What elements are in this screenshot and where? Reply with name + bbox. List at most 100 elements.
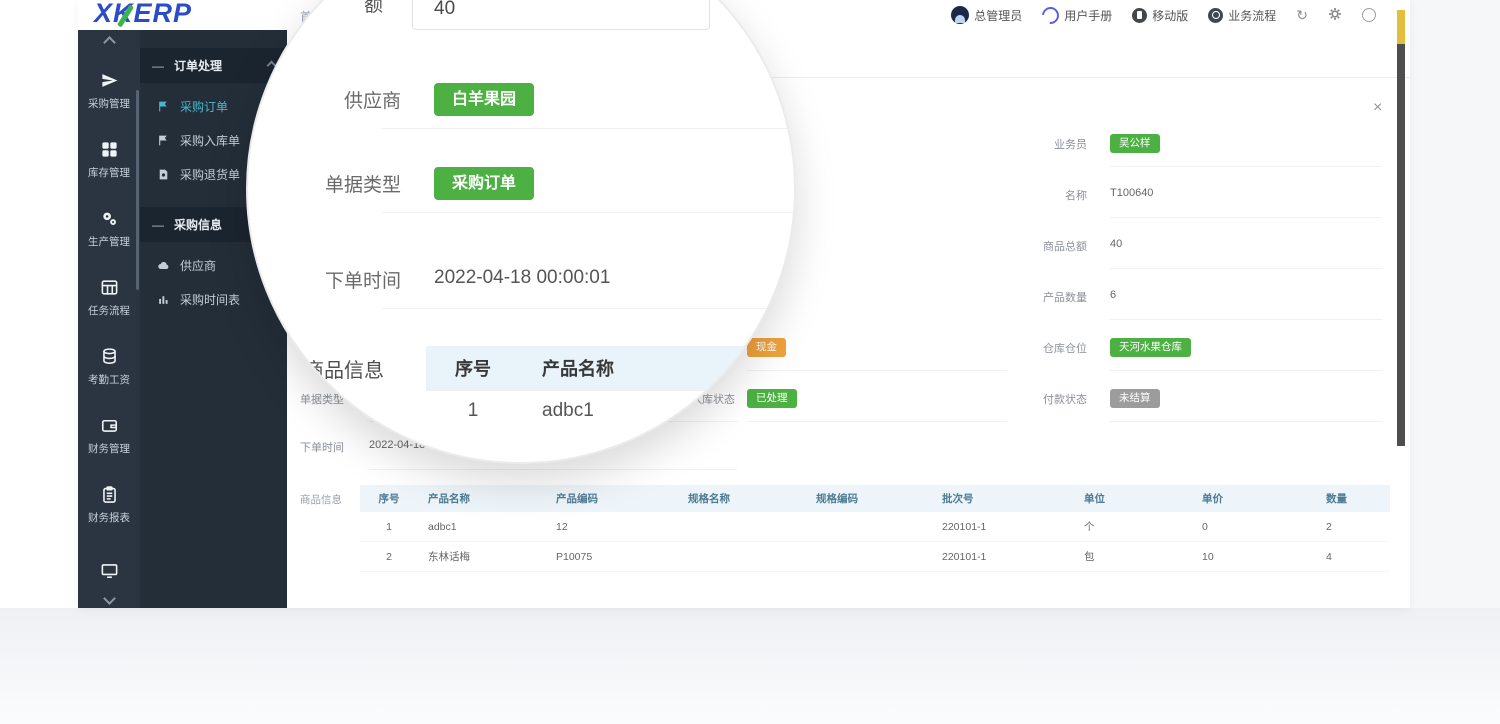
field-label: 产品数量 xyxy=(975,289,1087,305)
sidebar-item-label: 财务报表 xyxy=(88,510,130,525)
refresh-icon[interactable]: ↻ xyxy=(1296,8,1308,22)
products-column-header: 产品名称 xyxy=(418,485,546,512)
wallet-icon xyxy=(100,416,119,435)
field-underline xyxy=(382,212,796,213)
product-table-row[interactable]: 1adbc112220101-1个02 xyxy=(360,512,1390,542)
sidebar-item-任务流程[interactable]: 任务流程 xyxy=(78,263,140,332)
avatar xyxy=(951,6,969,24)
product-cell: 2 xyxy=(1316,512,1390,542)
submenu-item-label: 采购时间表 xyxy=(180,291,240,308)
cogs-icon xyxy=(100,209,119,228)
monitor-icon xyxy=(100,561,119,580)
rail-scrollbar[interactable] xyxy=(136,90,139,290)
scrollbar-thumb[interactable] xyxy=(1397,44,1405,446)
product-cell: 1 xyxy=(360,512,418,542)
product-table-row[interactable]: 2东林话梅P10075220101-1包104 xyxy=(360,542,1390,572)
magnified-products-section-label: 商品信息 xyxy=(304,354,384,383)
products-column-header: 单价 xyxy=(1192,485,1316,512)
product-cell: 个 xyxy=(1074,512,1192,542)
mobile-version-link[interactable]: 移动版 xyxy=(1132,7,1188,24)
field-label: 业务员 xyxy=(975,136,1087,152)
user-name: 总管理员 xyxy=(974,7,1022,24)
product-cell: 220101-1 xyxy=(932,512,1074,542)
user-manual-link[interactable]: 用户手册 xyxy=(1042,7,1112,24)
field-label: 商品总额 xyxy=(975,238,1087,254)
sidebar-item-label: 考勤工资 xyxy=(88,372,130,387)
submenu-item-label: 采购退货单 xyxy=(180,166,240,183)
magnified-column-header: 序号 xyxy=(426,346,520,391)
rail-items: 采购管理库存管理生产管理任务流程考勤工资财务管理财务报表 xyxy=(78,56,140,608)
scrollbar-highlight xyxy=(1397,10,1405,44)
sidebar-item-财务报表[interactable]: 财务报表 xyxy=(78,470,140,539)
mobile-version-label: 移动版 xyxy=(1152,7,1188,24)
page-background-right xyxy=(1410,0,1500,608)
field-underline xyxy=(1110,319,1382,320)
product-cell: 包 xyxy=(1074,542,1192,572)
close-panel-button[interactable]: × xyxy=(1373,100,1382,116)
clipboard-icon xyxy=(100,485,119,504)
paper-plane-icon xyxy=(100,71,119,90)
logo: XKERP xyxy=(94,0,192,29)
sidebar-item-生产管理[interactable]: 生产管理 xyxy=(78,194,140,263)
product-cell: 0 xyxy=(1192,512,1316,542)
field-value: 40 xyxy=(1110,238,1122,250)
products-section-label: 商品信息 xyxy=(300,492,342,507)
page-scrollbar[interactable] xyxy=(1397,0,1405,470)
icon-rail-sidebar: 采购管理库存管理生产管理任务流程考勤工资财务管理财务报表 xyxy=(78,30,140,608)
field-value: 2022-04-18 00:00:01 xyxy=(434,267,610,289)
sidebar-item-采购管理[interactable]: 采购管理 xyxy=(78,56,140,125)
product-cell: adbc1 xyxy=(418,512,546,542)
magnified-column-header: 产品名称 xyxy=(520,346,796,391)
field-value: 6 xyxy=(1110,289,1116,301)
sidebar-item-考勤工资[interactable]: 考勤工资 xyxy=(78,332,140,401)
dash-icon: — xyxy=(152,59,168,73)
table-icon xyxy=(100,278,119,297)
sidebar-item-label: 采购管理 xyxy=(88,96,130,111)
magnified-amount-input[interactable] xyxy=(412,0,710,30)
field-value: 采购订单 xyxy=(434,167,534,200)
magnified-cell: adbc1 xyxy=(520,391,796,432)
sidebar-item-库存管理[interactable]: 库存管理 xyxy=(78,125,140,194)
magnified-table-row: 1adbc1 xyxy=(426,391,796,432)
product-cell: 东林话梅 xyxy=(418,542,546,572)
header-right-menu: 总管理员 用户手册 移动版 业务流程 ↻ xyxy=(951,0,1376,30)
mobile-icon xyxy=(1132,8,1147,23)
sidebar-item-财务管理[interactable]: 财务管理 xyxy=(78,401,140,470)
field-label: 单据类型 xyxy=(268,170,401,197)
coins-icon xyxy=(100,347,119,366)
user-manual-label: 用户手册 xyxy=(1064,7,1112,24)
user-menu[interactable]: 总管理员 xyxy=(951,6,1022,24)
field-label: 仓库仓位 xyxy=(975,340,1087,356)
sidebar-item-label: 任务流程 xyxy=(88,303,130,318)
business-process-link[interactable]: 业务流程 xyxy=(1208,7,1276,24)
product-cell: 4 xyxy=(1316,542,1390,572)
product-cell xyxy=(678,542,806,572)
product-cell: P10075 xyxy=(546,542,678,572)
cloud-icon xyxy=(157,259,170,272)
submenu-group-订单处理[interactable]: —订单处理 xyxy=(140,48,287,83)
doc-icon xyxy=(157,168,170,181)
product-cell xyxy=(806,512,932,542)
field-underline xyxy=(1110,370,1382,371)
field-underline xyxy=(382,128,796,129)
rail-scroll-up-icon[interactable] xyxy=(103,36,116,49)
manual-icon xyxy=(1039,3,1063,27)
submenu-item-label: 采购订单 xyxy=(180,98,228,115)
sidebar-item-label: 库存管理 xyxy=(88,165,130,180)
products-table: 序号产品名称产品编码规格名称规格编码批次号单位单价数量1adbc11222010… xyxy=(360,485,1390,572)
products-column-header: 规格编码 xyxy=(806,485,932,512)
field-value: 未结算 xyxy=(1110,389,1160,408)
products-column-header: 数量 xyxy=(1316,485,1390,512)
business-process-label: 业务流程 xyxy=(1228,7,1276,24)
sidebar-item-label: 财务管理 xyxy=(88,441,130,456)
status-circle-icon[interactable] xyxy=(1362,8,1376,22)
product-cell: 10 xyxy=(1192,542,1316,572)
field-value: 天河水果仓库 xyxy=(1110,338,1191,357)
bar-chart-icon xyxy=(157,293,170,306)
field-label: 下单时间 xyxy=(268,266,401,293)
gear-icon[interactable] xyxy=(1328,7,1342,23)
product-cell xyxy=(806,542,932,572)
dash-icon: — xyxy=(152,218,168,232)
magnified-products-table: 序号产品名称1adbc1 xyxy=(426,346,796,431)
field-label: 名称 xyxy=(975,187,1087,203)
